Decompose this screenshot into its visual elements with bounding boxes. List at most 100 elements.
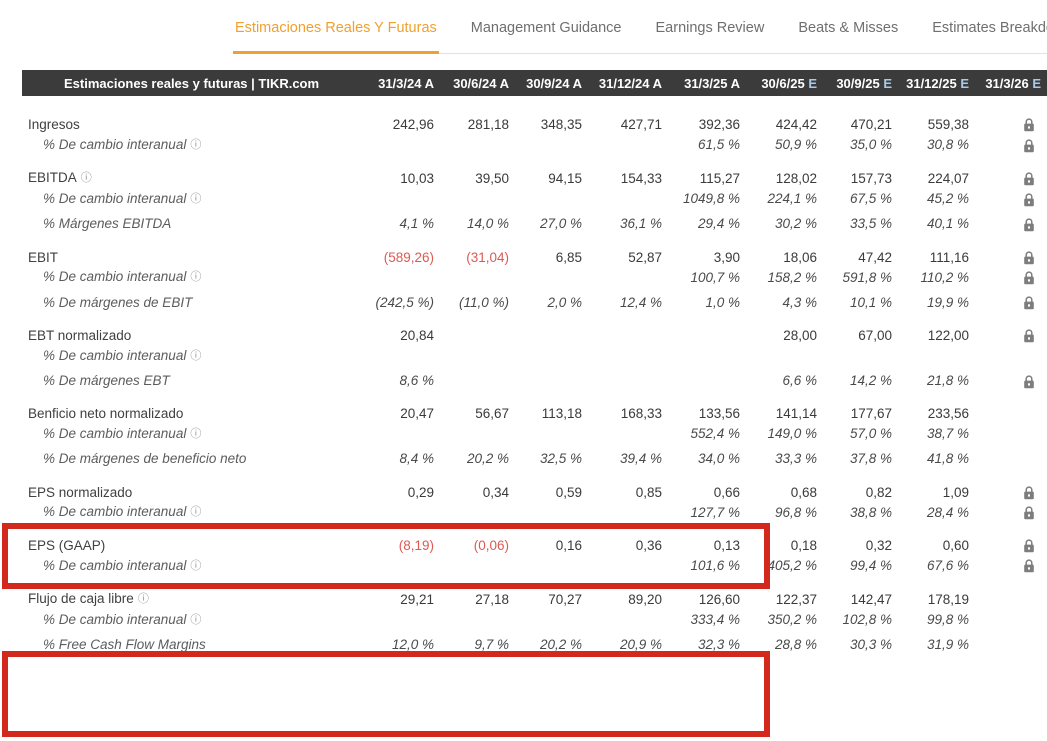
table-row: % De cambio interanualⓘ100,7 %158,2 %591… — [22, 265, 1047, 290]
metric-label: % De márgenes de beneficio neto — [22, 446, 366, 471]
locked-cell — [975, 290, 1047, 315]
value-cell: 348,35 — [515, 96, 588, 132]
table-row: Benficio neto normalizado20,4756,67113,1… — [22, 393, 1047, 421]
metric-label: EBIT — [22, 236, 366, 264]
value-cell: 333,4 % — [668, 607, 746, 632]
table-row: % De cambio interanualⓘ61,5 %50,9 %35,0 … — [22, 132, 1047, 157]
metric-label: % Free Cash Flow Margins — [22, 632, 366, 657]
value-cell: 39,50 — [440, 157, 515, 186]
column-header: 31/12/24 A — [588, 70, 668, 96]
value-cell: 6,6 % — [746, 368, 823, 393]
value-cell: 128,02 — [746, 157, 823, 186]
metric-label: Ingresos — [22, 96, 366, 132]
value-cell: 0,59 — [515, 471, 588, 499]
value-cell: 20,9 % — [588, 632, 668, 657]
value-cell: 0,36 — [588, 525, 668, 553]
value-cell: 141,14 — [746, 393, 823, 421]
value-cell — [668, 315, 746, 343]
tab-estimaciones-reales-y-futuras[interactable]: Estimaciones Reales Y Futuras — [233, 18, 439, 54]
lock-icon — [1023, 559, 1035, 573]
empty-cell — [975, 632, 1047, 657]
info-icon[interactable]: ⓘ — [190, 506, 201, 518]
table-row: EBITDAⓘ10,0339,5094,15154,33115,27128,02… — [22, 157, 1047, 186]
value-cell: 2,0 % — [515, 290, 588, 315]
info-icon[interactable]: ⓘ — [190, 428, 201, 440]
tab-earnings-review[interactable]: Earnings Review — [654, 18, 767, 54]
column-header: 30/6/25 E — [746, 70, 823, 96]
value-cell: 89,20 — [588, 578, 668, 607]
table-row: % De cambio interanualⓘ552,4 %149,0 %57,… — [22, 421, 1047, 446]
value-cell: 0,82 — [823, 471, 898, 499]
value-cell: 34,0 % — [668, 446, 746, 471]
value-cell: 154,33 — [588, 157, 668, 186]
tab-management-guidance[interactable]: Management Guidance — [469, 18, 624, 54]
value-cell: 94,15 — [515, 157, 588, 186]
table-row: EBT normalizado20,8428,0067,00122,00 — [22, 315, 1047, 343]
value-cell — [515, 368, 588, 393]
metric-label: EBITDAⓘ — [22, 157, 366, 186]
value-cell — [588, 500, 668, 525]
value-cell: 0,16 — [515, 525, 588, 553]
info-icon[interactable]: ⓘ — [138, 593, 149, 605]
value-cell: 30,8 % — [898, 132, 975, 157]
value-cell: 102,8 % — [823, 607, 898, 632]
value-cell: 28,4 % — [898, 500, 975, 525]
info-icon[interactable]: ⓘ — [81, 172, 92, 184]
value-cell — [515, 553, 588, 578]
metric-label: EBT normalizado — [22, 315, 366, 343]
tab-estimates-breakdow[interactable]: Estimates Breakdow — [930, 18, 1047, 54]
value-cell — [588, 265, 668, 290]
value-cell: 149,0 % — [746, 421, 823, 446]
value-cell: 36,1 % — [588, 211, 668, 236]
value-cell: 35,0 % — [823, 132, 898, 157]
value-cell: 178,19 — [898, 578, 975, 607]
info-icon[interactable]: ⓘ — [190, 350, 201, 362]
value-cell: 50,9 % — [746, 132, 823, 157]
metric-label: % De cambio interanualⓘ — [22, 553, 366, 578]
info-icon[interactable]: ⓘ — [190, 560, 201, 572]
info-icon[interactable]: ⓘ — [190, 271, 201, 283]
info-icon[interactable]: ⓘ — [190, 193, 201, 205]
info-icon[interactable]: ⓘ — [190, 614, 201, 626]
value-cell: 28,8 % — [746, 632, 823, 657]
value-cell: 100,7 % — [668, 265, 746, 290]
lock-icon — [1023, 506, 1035, 520]
value-cell — [588, 368, 668, 393]
value-cell — [668, 368, 746, 393]
value-cell — [515, 265, 588, 290]
value-cell: (8,19) — [366, 525, 440, 553]
value-cell: 39,4 % — [588, 446, 668, 471]
value-cell — [366, 553, 440, 578]
value-cell — [588, 132, 668, 157]
value-cell: 18,06 — [746, 236, 823, 264]
value-cell: 8,6 % — [366, 368, 440, 393]
metric-label: % De cambio interanualⓘ — [22, 500, 366, 525]
table-header-row: Estimaciones reales y futuras | TIKR.com… — [22, 70, 1047, 96]
lock-icon — [1023, 271, 1035, 285]
metric-label: % De márgenes de EBIT — [22, 290, 366, 315]
value-cell: 67,00 — [823, 315, 898, 343]
table-row: % De márgenes EBT8,6 %6,6 %14,2 %21,8 % — [22, 368, 1047, 393]
value-cell: 115,27 — [668, 157, 746, 186]
value-cell: 0,60 — [898, 525, 975, 553]
value-cell: (242,5 %) — [366, 290, 440, 315]
value-cell — [366, 343, 440, 368]
value-cell: 427,71 — [588, 96, 668, 132]
value-cell: 1049,8 % — [668, 186, 746, 211]
value-cell: 0,66 — [668, 471, 746, 499]
tab-beats-misses[interactable]: Beats & Misses — [796, 18, 900, 54]
value-cell: 96,8 % — [746, 500, 823, 525]
column-header: 31/3/25 A — [668, 70, 746, 96]
table-row: % De márgenes de beneficio neto8,4 %20,2… — [22, 446, 1047, 471]
table-row: % De cambio interanualⓘ1049,8 %224,1 %67… — [22, 186, 1047, 211]
value-cell: 29,21 — [366, 578, 440, 607]
value-cell: 40,1 % — [898, 211, 975, 236]
info-icon[interactable]: ⓘ — [190, 139, 201, 151]
value-cell: 33,3 % — [746, 446, 823, 471]
value-cell: 30,2 % — [746, 211, 823, 236]
table-row: % De cambio interanualⓘ101,6 %405,2 %99,… — [22, 553, 1047, 578]
value-cell: 27,18 — [440, 578, 515, 607]
value-cell: 14,2 % — [823, 368, 898, 393]
metric-label: Flujo de caja libreⓘ — [22, 578, 366, 607]
value-cell: 8,4 % — [366, 446, 440, 471]
